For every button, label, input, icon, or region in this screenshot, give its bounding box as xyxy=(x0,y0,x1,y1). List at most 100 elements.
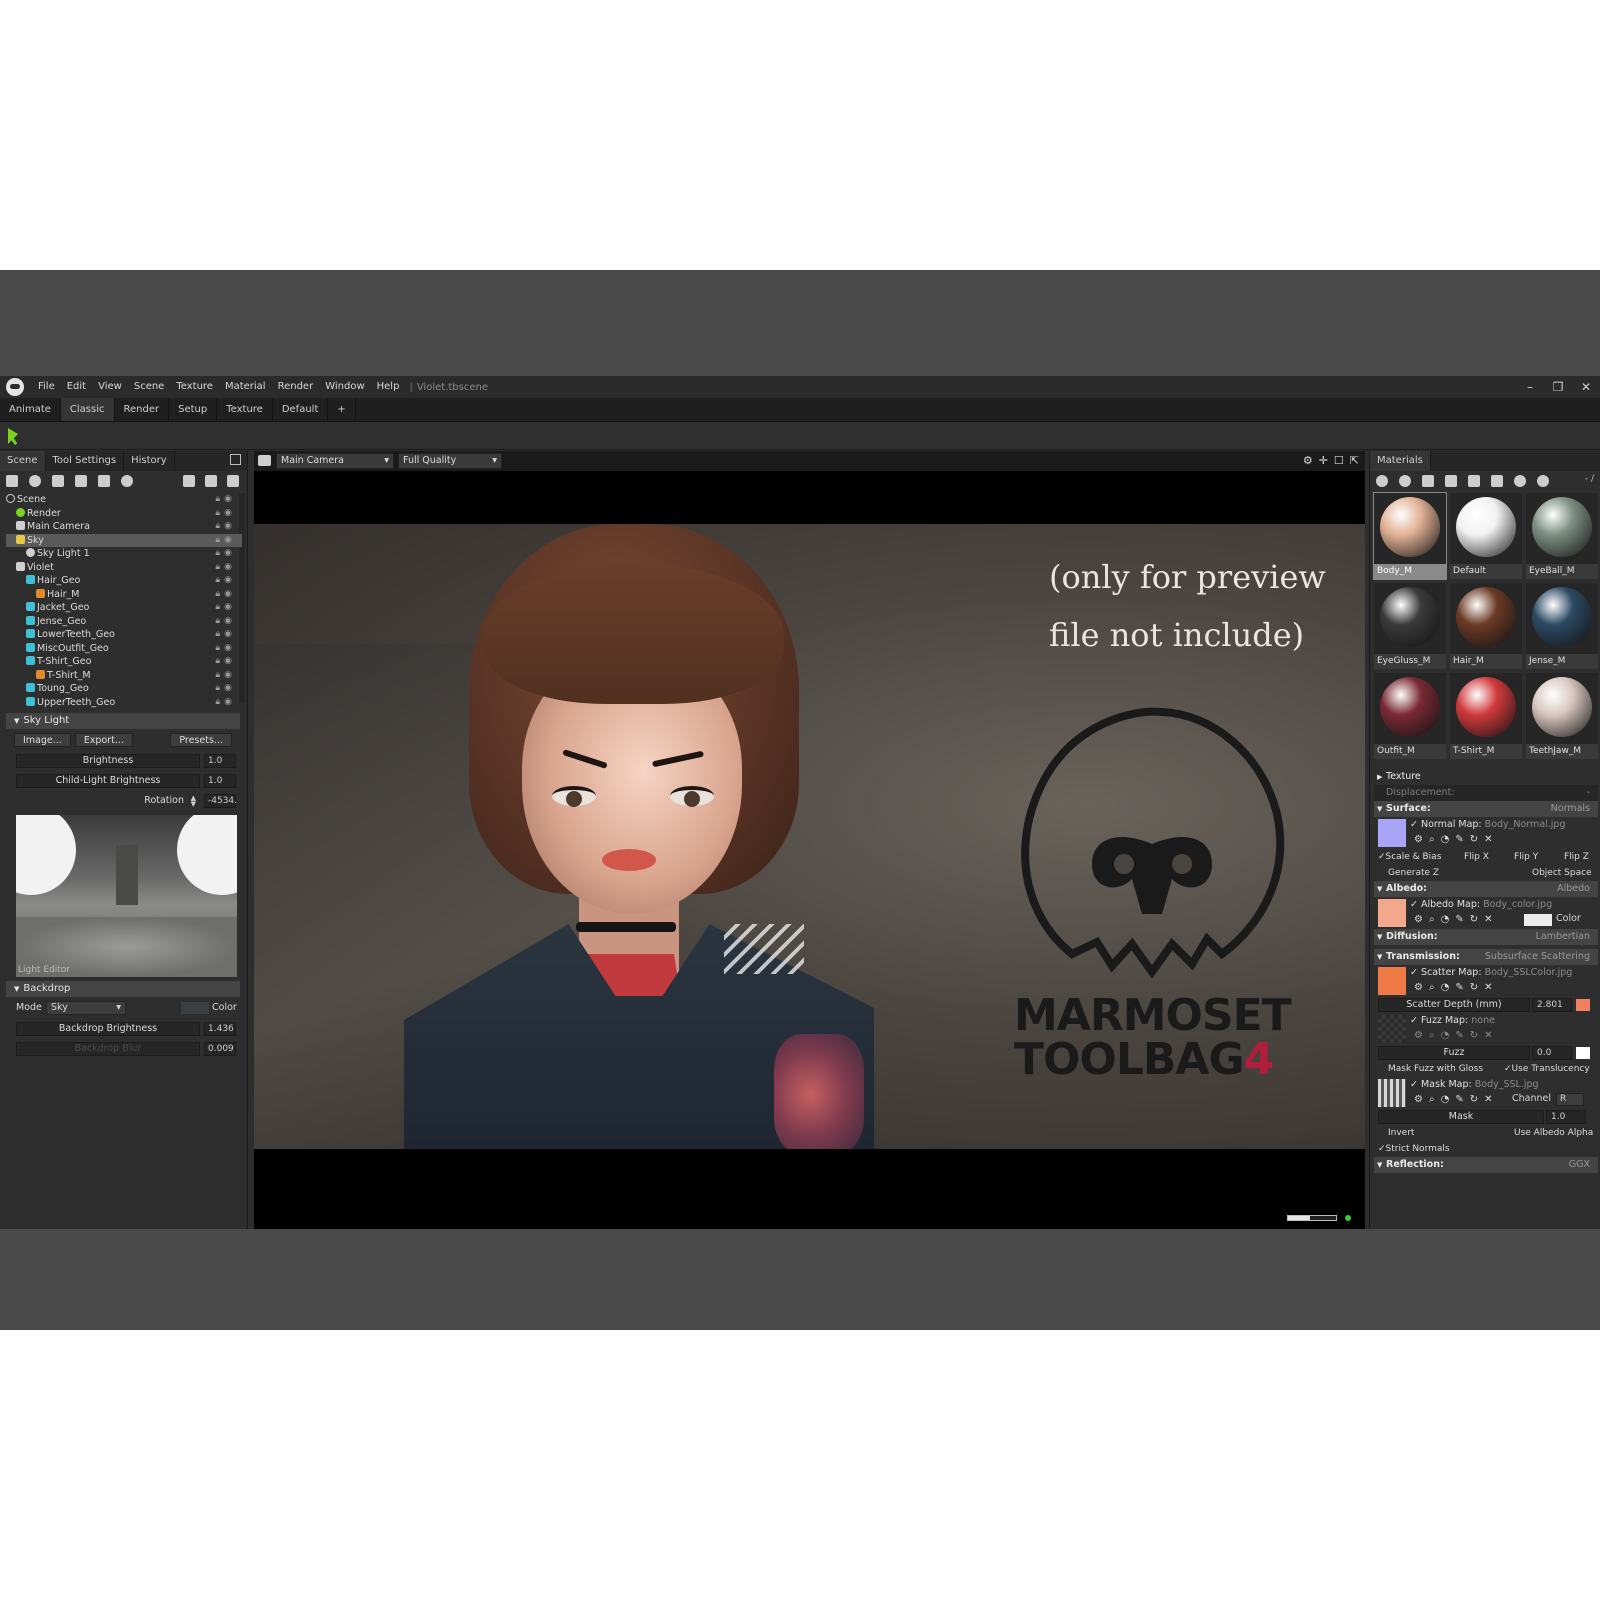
camera-icon[interactable] xyxy=(258,455,271,466)
tree-item[interactable]: MiscOutfit_Geo 🔒︎◉ xyxy=(6,642,242,656)
fullscreen-icon[interactable]: ☐ xyxy=(1334,454,1344,467)
add-sky-icon[interactable] xyxy=(75,475,87,487)
lock-visibility-icon[interactable]: 🔒︎◉ xyxy=(215,615,236,629)
strict-normals-checkbox[interactable]: ✓ Strict Normals xyxy=(1378,1141,1450,1157)
minimize-icon[interactable]: – xyxy=(1516,380,1544,394)
lock-visibility-icon[interactable]: 🔒︎◉ xyxy=(215,696,236,710)
duplicate-material-icon[interactable] xyxy=(1399,475,1411,487)
tree-item[interactable]: T-Shirt_Geo 🔒︎◉ xyxy=(6,655,242,669)
diffusion-header[interactable]: Diffusion: Lambertian xyxy=(1374,929,1598,945)
gear-icon[interactable]: ⚙ xyxy=(1303,454,1313,467)
tree-item[interactable]: T-Shirt_M 🔒︎◉ xyxy=(6,669,242,683)
popout-viewport-icon[interactable]: ⇱ xyxy=(1350,454,1359,467)
tree-item[interactable]: LowerTeeth_Geo 🔒︎◉ xyxy=(6,628,242,642)
add-turntable-icon[interactable] xyxy=(121,475,133,487)
backdrop-brightness-slider[interactable]: Backdrop Brightness xyxy=(16,1022,200,1036)
brightness-slider[interactable]: Brightness xyxy=(16,754,200,768)
diffusion-mode-dropdown[interactable]: Lambertian xyxy=(1536,929,1590,945)
menu-file[interactable]: File xyxy=(32,376,61,398)
backdrop-color-swatch[interactable] xyxy=(181,1002,209,1014)
tab-default[interactable]: Default xyxy=(273,398,329,421)
add-material-icon[interactable] xyxy=(1376,475,1388,487)
clear-icon[interactable]: ✕ xyxy=(1484,834,1492,846)
light-editor-panorama[interactable]: Light Editor xyxy=(16,815,237,977)
folder-icon[interactable] xyxy=(183,475,195,487)
tree-item[interactable]: Sky Light 1 🔒︎◉ xyxy=(6,547,242,561)
tab-scene[interactable]: Scene xyxy=(0,451,46,471)
add-object-icon[interactable] xyxy=(6,475,18,487)
search-icon[interactable]: ⌕ xyxy=(1429,1094,1435,1106)
delete-material-icon[interactable] xyxy=(1468,475,1480,487)
pen-icon[interactable]: ✎ xyxy=(1455,834,1463,846)
albedo-header[interactable]: Albedo: Albedo xyxy=(1374,881,1598,897)
eyedropper-icon[interactable]: ◔ xyxy=(1441,1094,1450,1106)
transmission-header[interactable]: Transmission: Subsurface Scattering xyxy=(1374,949,1598,965)
eyedropper-icon[interactable]: ◔ xyxy=(1441,982,1450,994)
material-thumbnail[interactable]: T-Shirt_M xyxy=(1450,673,1522,759)
trash-icon[interactable] xyxy=(227,475,239,487)
tab-tool-settings[interactable]: Tool Settings xyxy=(46,451,125,471)
tree-item[interactable]: Sky 🔒︎◉ xyxy=(6,533,242,547)
surface-mode-dropdown[interactable]: Normals xyxy=(1551,801,1590,817)
menu-help[interactable]: Help xyxy=(371,376,406,398)
scale-bias-checkbox[interactable]: ✓ Scale & Bias xyxy=(1378,849,1441,865)
material-thumbnail[interactable]: EyeBall_M xyxy=(1526,493,1598,579)
tree-item[interactable]: Hair_M 🔒︎◉ xyxy=(6,588,242,602)
tab-classic[interactable]: Classic xyxy=(60,398,115,421)
scatter-depth-color-swatch[interactable] xyxy=(1576,999,1590,1011)
tree-item[interactable]: Scene 🔒︎◉ xyxy=(6,493,242,507)
surface-header[interactable]: Surface: Normals xyxy=(1374,801,1598,817)
gear-icon[interactable]: ⚙ xyxy=(1414,834,1423,846)
material-thumbnail[interactable]: Outfit_M xyxy=(1374,673,1446,759)
child-light-brightness-slider[interactable]: Child-Light Brightness xyxy=(16,774,200,788)
checker-icon[interactable] xyxy=(1422,475,1434,487)
refresh-icon[interactable]: ↻ xyxy=(1470,834,1478,846)
refresh-icon[interactable]: ↻ xyxy=(1470,982,1478,994)
menu-scene[interactable]: Scene xyxy=(128,376,171,398)
fuzz-value[interactable]: 0.0 xyxy=(1532,1046,1572,1060)
tree-item[interactable]: Toung_Geo 🔒︎◉ xyxy=(6,682,242,696)
material-thumbnail[interactable]: Default xyxy=(1450,493,1522,579)
clear-icon[interactable]: ✕ xyxy=(1484,982,1492,994)
eyedropper-icon[interactable]: ◔ xyxy=(1441,1030,1450,1042)
gear-icon[interactable]: ⚙ xyxy=(1414,1094,1423,1106)
mode-dropdown[interactable]: Sky xyxy=(46,1001,126,1015)
fuzz-map-file[interactable]: none xyxy=(1471,1015,1495,1026)
material-thumbnail[interactable]: Hair_M xyxy=(1450,583,1522,669)
fuzz-color-swatch[interactable] xyxy=(1576,1047,1590,1059)
menu-view[interactable]: View xyxy=(92,376,128,398)
displacement-value[interactable]: - xyxy=(1587,785,1590,801)
lock-visibility-icon[interactable]: 🔒︎◉ xyxy=(215,547,236,561)
mask-slider[interactable]: Mask xyxy=(1378,1110,1544,1124)
reflection-header[interactable]: Reflection: GGX xyxy=(1374,1157,1598,1173)
scatter-map-file[interactable]: Body_SSLColor.jpg xyxy=(1485,967,1573,978)
tab-materials[interactable]: Materials xyxy=(1370,451,1431,471)
add-workspace-button[interactable]: + xyxy=(328,398,356,421)
material-thumbnail[interactable]: TeethJaw_M xyxy=(1526,673,1598,759)
image-button[interactable]: Image... xyxy=(14,733,71,747)
tab-render[interactable]: Render xyxy=(115,398,170,421)
backdrop-brightness-value[interactable]: 1.436 xyxy=(204,1022,236,1036)
menu-render[interactable]: Render xyxy=(272,376,320,398)
scatter-map-thumbnail[interactable] xyxy=(1378,967,1406,995)
refresh-icon[interactable]: ↻ xyxy=(1470,1094,1478,1106)
child-light-brightness-value[interactable]: 1.0 xyxy=(204,774,236,788)
export-button[interactable]: Export... xyxy=(74,733,133,747)
pen-icon[interactable]: ✎ xyxy=(1455,1030,1463,1042)
transmission-mode-dropdown[interactable]: Subsurface Scattering xyxy=(1485,949,1590,965)
albedo-color-swatch[interactable] xyxy=(1524,914,1552,926)
duplicate-icon[interactable] xyxy=(205,475,217,487)
material-folder-icon[interactable] xyxy=(1445,475,1457,487)
search-icon[interactable]: ⌕ xyxy=(1429,982,1435,994)
add-shadow-catcher-icon[interactable] xyxy=(98,475,110,487)
tab-texture[interactable]: Texture xyxy=(217,398,273,421)
pen-icon[interactable]: ✎ xyxy=(1455,914,1463,926)
pen-icon[interactable]: ✎ xyxy=(1455,1094,1463,1106)
assign-material-icon[interactable] xyxy=(1491,475,1503,487)
backdrop-blur-slider[interactable]: Backdrop Blur xyxy=(16,1042,200,1056)
backdrop-header[interactable]: Backdrop xyxy=(6,981,240,997)
clear-icon[interactable]: ✕ xyxy=(1484,914,1492,926)
tab-animate[interactable]: Animate xyxy=(0,398,61,421)
brightness-value[interactable]: 1.0 xyxy=(204,754,236,768)
sky-light-header[interactable]: Sky Light xyxy=(6,713,240,729)
